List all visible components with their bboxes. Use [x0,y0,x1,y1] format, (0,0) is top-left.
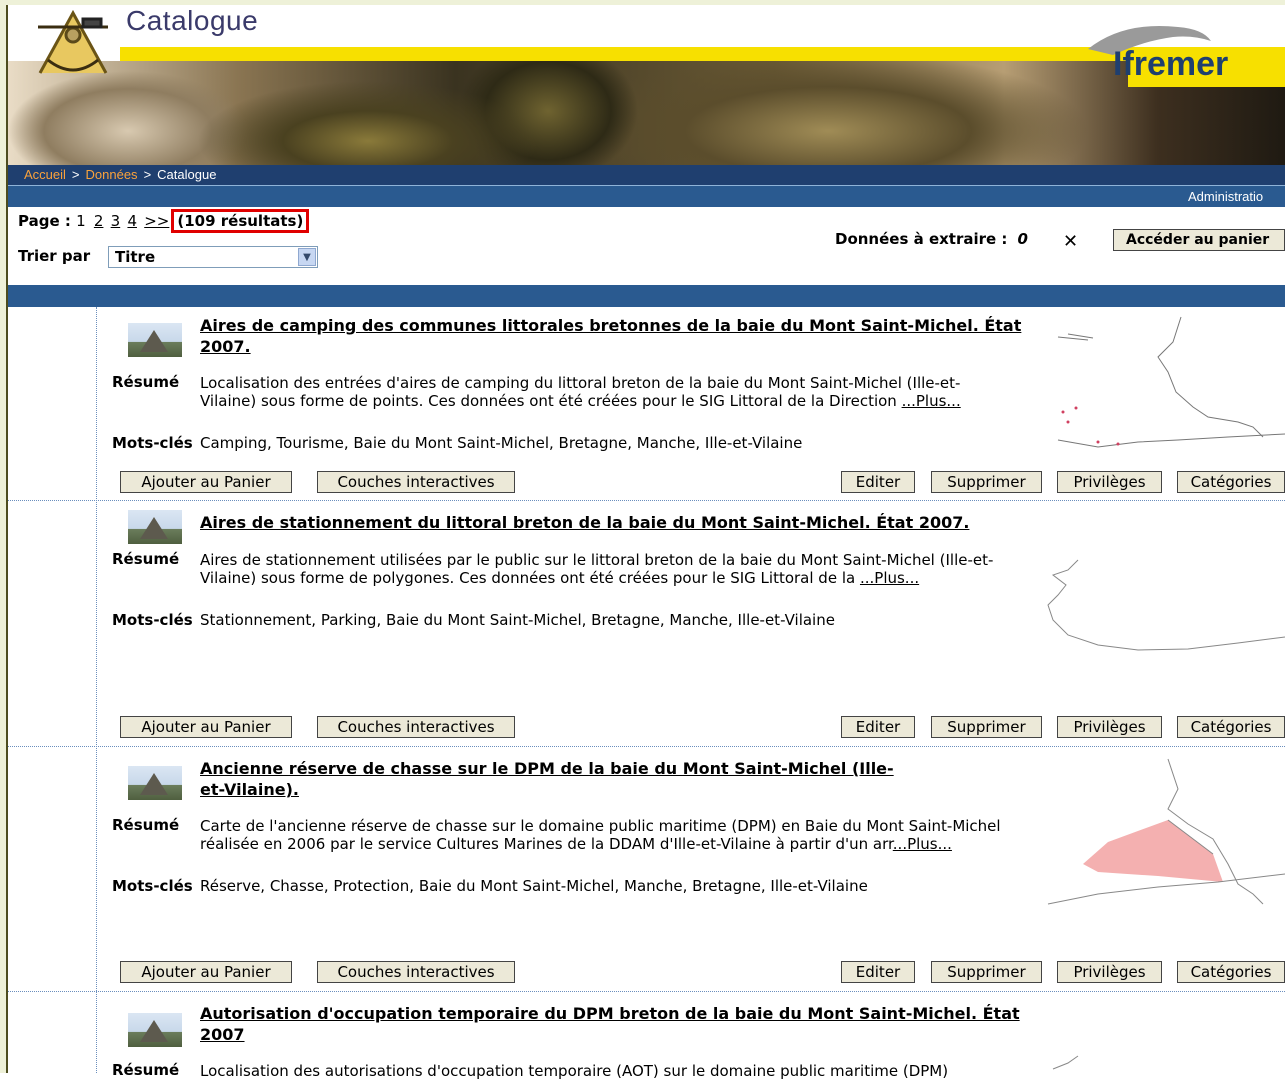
mont-saint-michel-thumbnail-icon[interactable] [128,1013,182,1047]
results-count: (109 résultats) [171,209,310,233]
record-keywords: Réserve, Chasse, Protection, Baie du Mon… [200,877,868,895]
breadcrumb-home-link[interactable]: Accueil [24,167,66,182]
record-title-link[interactable]: Aires de stationnement du littoral breto… [200,512,1040,533]
record-abstract: Localisation des autorisations d'occupat… [200,1062,949,1080]
page-link-2[interactable]: 2 [94,212,104,230]
site-header: Catalogue Ifremer [8,5,1285,165]
interactive-layers-button[interactable]: Couches interactives [317,471,515,493]
sort-selected-value: Titre [115,248,156,266]
more-link[interactable]: ...Plus... [860,569,919,587]
more-link[interactable]: ...Plus... [893,835,952,853]
page-link-4[interactable]: 4 [127,212,137,230]
edit-button[interactable]: Editer [841,471,915,493]
interactive-layers-button[interactable]: Couches interactives [317,961,515,983]
breadcrumb-current: Catalogue [157,167,217,182]
current-page: 1 [76,212,86,230]
record-abstract: Localisation des entrées d'aires de camp… [200,374,961,410]
extract-label: Données à extraire : [835,230,1008,248]
results-header-band [8,285,1285,307]
ifremer-logo: Ifremer [1113,45,1229,83]
open-cart-button[interactable]: Accéder au panier [1113,229,1285,251]
page-title: Catalogue [126,5,259,36]
edit-button[interactable]: Editer [841,961,915,983]
breadcrumb: Accueil > Données > Catalogue [8,165,1285,185]
abstract-label: Résumé [112,373,180,391]
privileges-button[interactable]: Privilèges [1057,961,1162,983]
edit-button[interactable]: Editer [841,716,915,738]
interactive-layers-button[interactable]: Couches interactives [317,716,515,738]
clear-cart-icon[interactable]: ✕ [1063,231,1078,252]
record-title-link[interactable]: Autorisation d'occupation temporaire du … [200,1003,1040,1045]
add-to-cart-button[interactable]: Ajouter au Panier [120,961,292,983]
chevron-down-icon[interactable]: ▼ [298,248,316,266]
record-abstract: Carte de l'ancienne réserve de chasse su… [200,817,1001,853]
breadcrumb-data-link[interactable]: Données [86,167,138,182]
record-keywords: Stationnement, Parking, Baie du Mont Sai… [200,611,835,629]
keywords-label: Mots-clés [112,434,193,452]
abstract-label: Résumé [112,1061,180,1079]
extract-count: 0 [1017,230,1028,248]
delete-button[interactable]: Supprimer [931,961,1042,983]
map-preview-icon[interactable] [1038,545,1285,665]
extract-info: Données à extraire : 0 [835,230,1028,248]
categories-button[interactable]: Catégories [1177,961,1285,983]
categories-button[interactable]: Catégories [1177,716,1285,738]
mont-saint-michel-thumbnail-icon[interactable] [128,323,182,357]
mont-saint-michel-thumbnail-icon[interactable] [128,766,182,800]
sort-select[interactable]: Titre ▼ [108,246,318,268]
record-keywords: Camping, Tourisme, Baie du Mont Saint-Mi… [200,434,803,452]
record-title-link[interactable]: Ancienne réserve de chasse sur le DPM de… [200,758,900,800]
next-page-link[interactable]: >> [144,212,169,230]
keywords-label: Mots-clés [112,877,193,895]
abstract-label: Résumé [112,550,180,568]
add-to-cart-button[interactable]: Ajouter au Panier [120,716,292,738]
privileges-button[interactable]: Privilèges [1057,471,1162,493]
categories-button[interactable]: Catégories [1177,471,1285,493]
privileges-button[interactable]: Privilèges [1057,716,1162,738]
map-preview-icon[interactable] [1038,312,1285,462]
sort-label: Trier par [18,247,91,265]
page-link-3[interactable]: 3 [111,212,121,230]
admin-bar: Administratio [8,185,1285,207]
mont-saint-michel-thumbnail-icon[interactable] [128,510,182,544]
record-title-link[interactable]: Aires de camping des communes littorales… [200,315,1040,357]
delete-button[interactable]: Supprimer [931,716,1042,738]
pagination: Page : 1 2 3 4 >> (109 résultats) [18,209,310,233]
map-preview-icon[interactable] [1038,1051,1285,1073]
add-to-cart-button[interactable]: Ajouter au Panier [120,471,292,493]
sextant-logo-icon [38,9,108,74]
delete-button[interactable]: Supprimer [931,471,1042,493]
abstract-label: Résumé [112,816,180,834]
map-preview-icon[interactable] [1038,754,1285,914]
keywords-label: Mots-clés [112,611,193,629]
record-abstract: Aires de stationnement utilisées par le … [200,551,994,587]
administration-link[interactable]: Administratio [1188,186,1263,207]
more-link[interactable]: ...Plus... [902,392,961,410]
page-label: Page : [18,212,71,230]
header-banner-image [8,61,1285,165]
